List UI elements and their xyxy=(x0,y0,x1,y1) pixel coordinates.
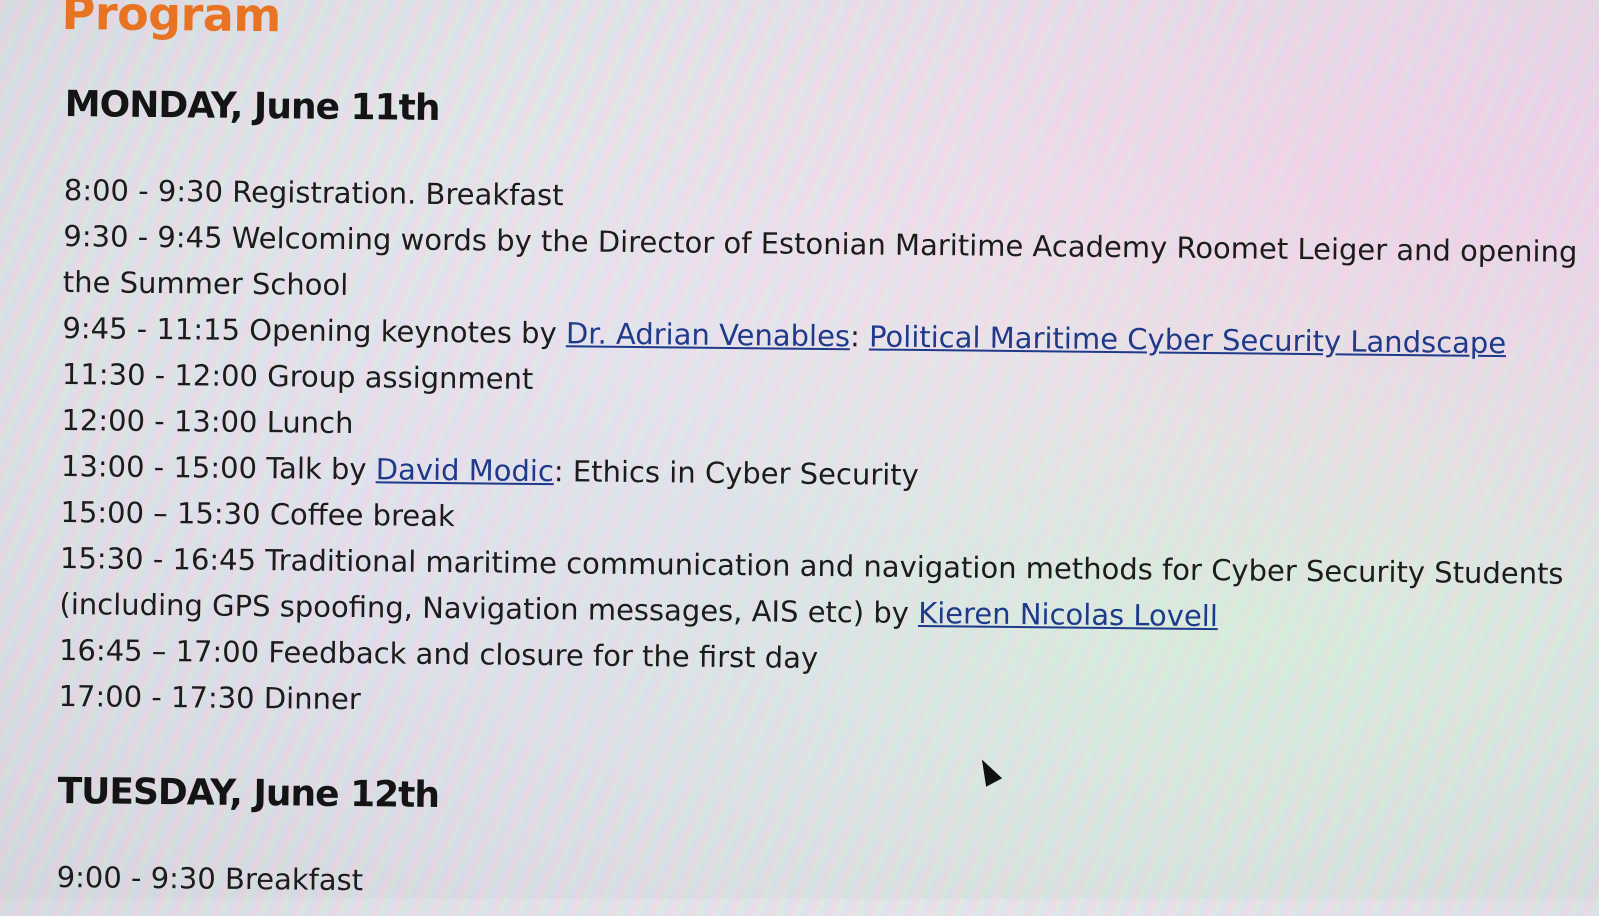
entry-text: Group assignment xyxy=(267,359,534,396)
program-page: Program MONDAY, June 11th 8:00 - 9:30 Re… xyxy=(52,0,1581,916)
entry-time: 9:00 - 9:30 xyxy=(56,859,216,896)
entry-text: Talk by xyxy=(266,451,376,487)
entry-time: 11:30 - 12:00 xyxy=(61,357,259,394)
entry-time: 15:00 – 15:30 xyxy=(60,495,261,532)
entry-time: 13:00 - 15:00 xyxy=(60,449,258,486)
entry-time: 8:00 - 9:30 xyxy=(63,173,224,209)
schedule-entry: 9:00 - 9:30 Breakfast xyxy=(56,854,1572,916)
entry-text: Traditional maritime communication and n… xyxy=(59,543,1564,630)
page-title: Program xyxy=(61,0,282,43)
speaker-link-david-modic[interactable]: David Modic xyxy=(376,452,554,488)
entry-time: 9:30 - 9:45 xyxy=(63,219,223,255)
entry-text: Opening keynotes by xyxy=(249,312,567,351)
entry-text: Breakfast xyxy=(224,861,364,898)
entry-text: Welcoming words by the Director of Eston… xyxy=(62,220,1578,303)
day-heading-monday: MONDAY, June 11th xyxy=(64,84,440,129)
entry-time: 12:00 - 13:00 xyxy=(61,403,258,440)
speaker-link-adrian-venables[interactable]: Dr. Adrian Venables xyxy=(566,316,850,353)
entry-time: 17:00 - 17:30 xyxy=(58,679,255,716)
entry-text: Registration. Breakfast xyxy=(232,174,564,213)
talk-link-maritime-cyber-security[interactable]: Political Maritime Cyber Security Landsc… xyxy=(869,319,1506,360)
schedule-entry: 15:30 - 16:45 Traditional maritime commu… xyxy=(59,535,1576,643)
entry-time: 16:45 – 17:00 xyxy=(58,633,260,670)
entry-text: : Ethics in Cyber Security xyxy=(553,454,919,492)
entry-text: Dinner xyxy=(263,681,361,717)
day-heading-tuesday: TUESDAY, June 12th xyxy=(57,770,440,816)
monday-schedule: 8:00 - 9:30 Registration. Breakfast 9:30… xyxy=(58,167,1580,735)
schedule-entry: 9:30 - 9:45 Welcoming words by the Direc… xyxy=(63,213,1580,321)
entry-text: Lunch xyxy=(266,405,354,441)
entry-text: Feedback and closure for the first day xyxy=(268,635,819,675)
entry-time: 9:45 - 11:15 xyxy=(62,311,241,347)
tuesday-schedule: 9:00 - 9:30 Breakfast xyxy=(56,854,1572,916)
entry-separator: : xyxy=(849,319,870,354)
entry-time: 15:30 - 16:45 xyxy=(59,541,257,578)
speaker-link-kieren-nicolas-lovell[interactable]: Kieren Nicolas Lovell xyxy=(918,596,1218,633)
entry-text: Coffee break xyxy=(269,497,455,534)
